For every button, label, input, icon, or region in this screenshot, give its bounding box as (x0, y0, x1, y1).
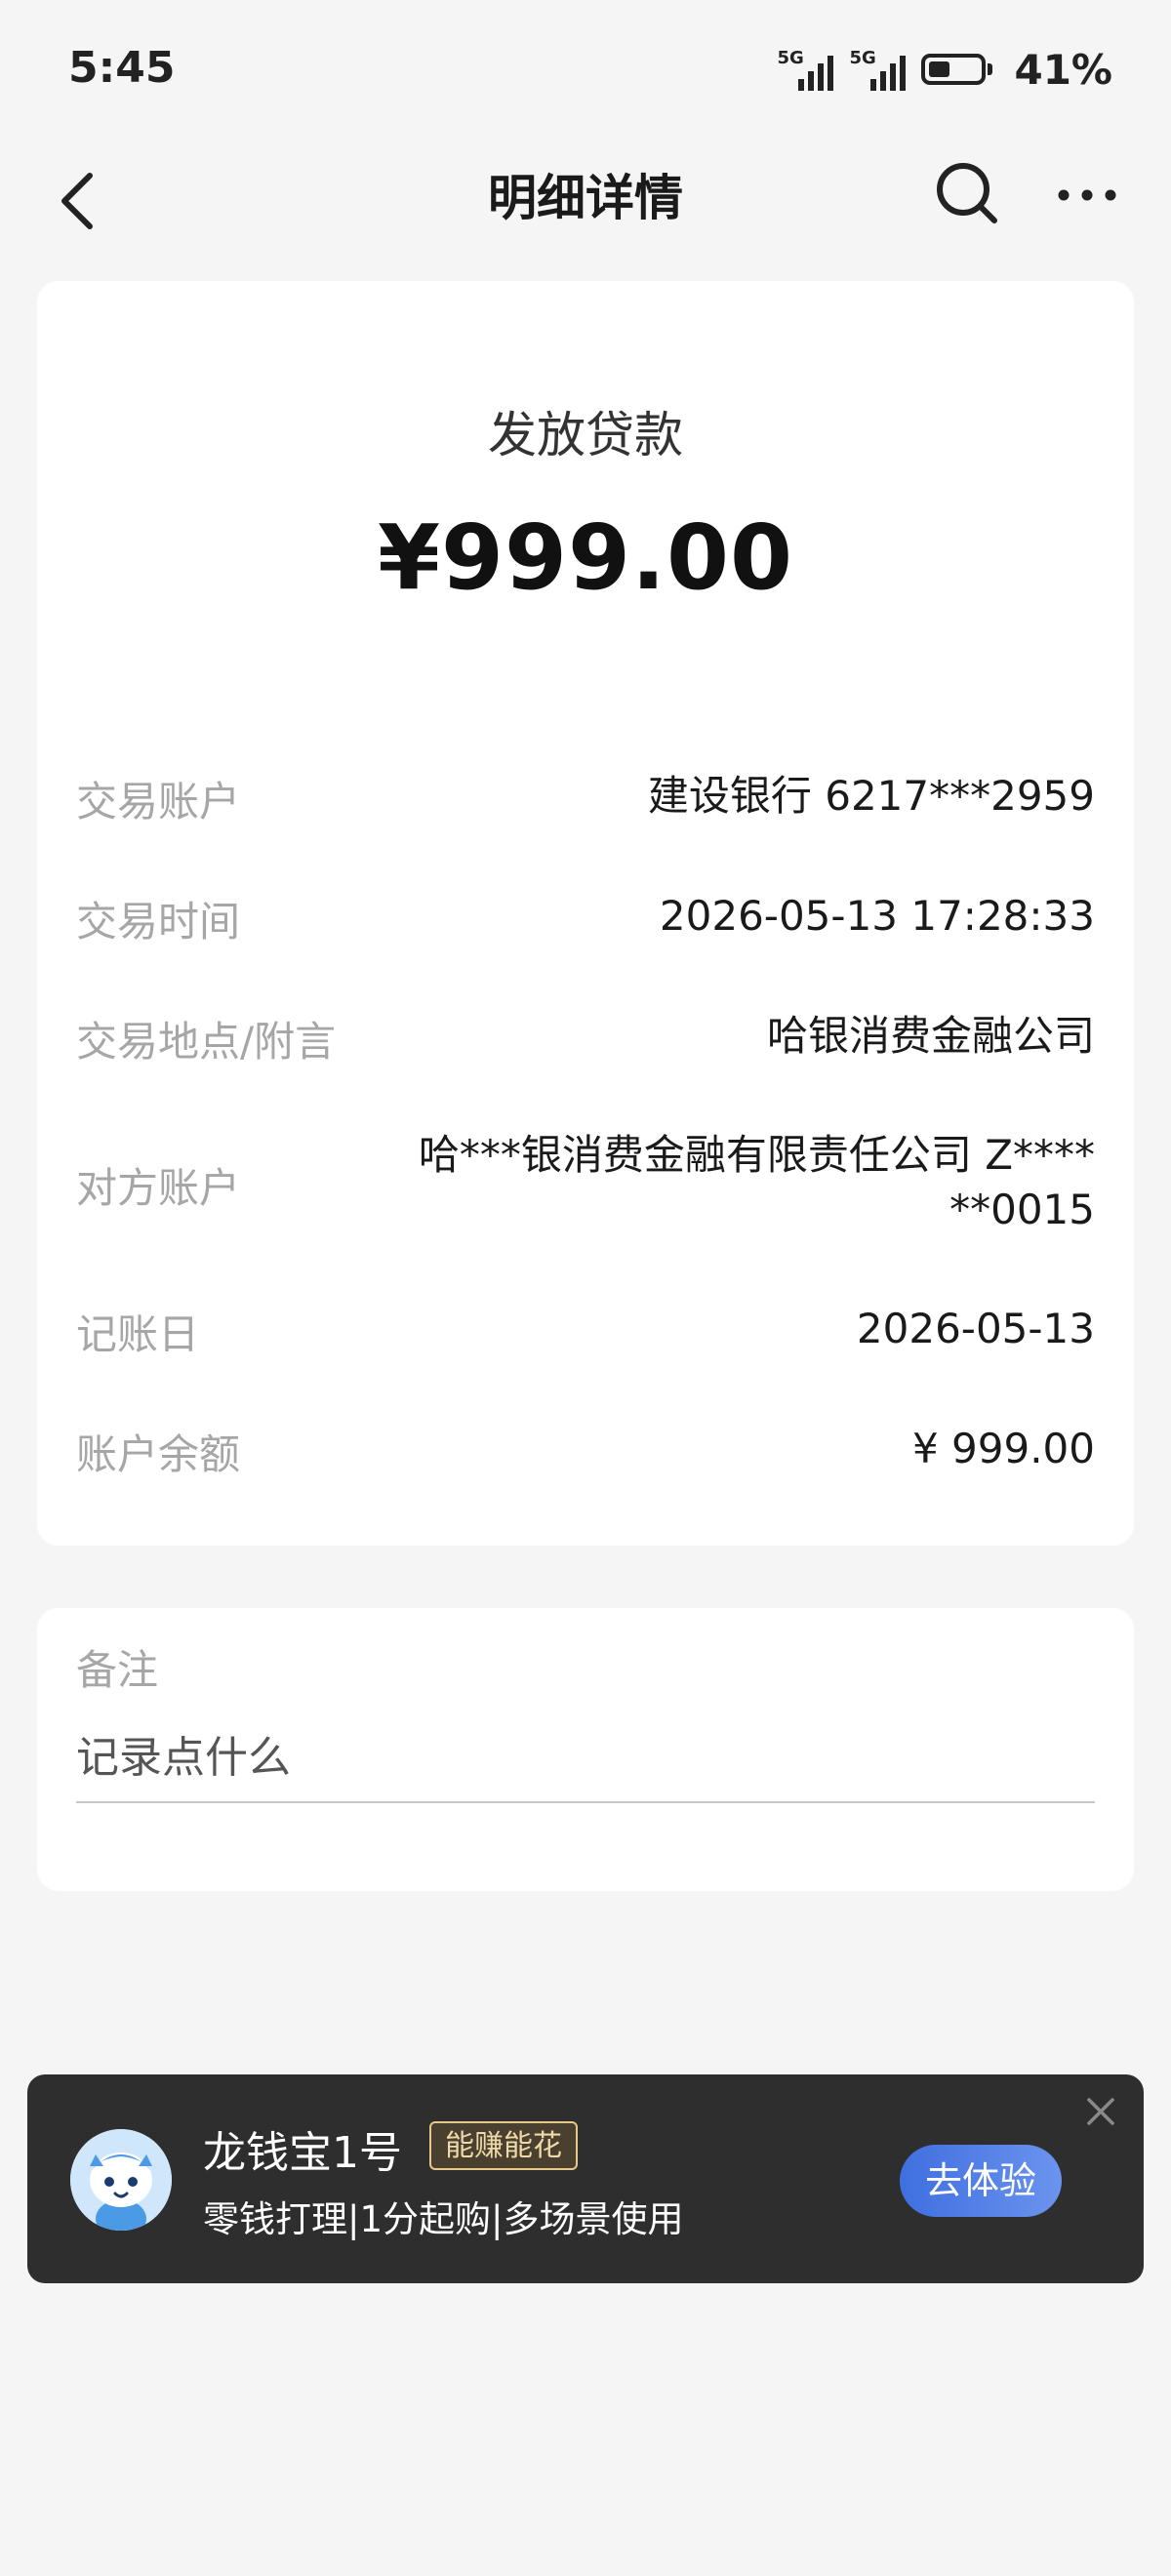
transaction-amount: ¥999.00 (377, 505, 794, 610)
promo-title: 龙钱宝1号 (203, 2128, 402, 2178)
signal-icon: 5G (777, 48, 834, 91)
network-type-label: 5G (849, 48, 876, 68)
remark-input[interactable] (76, 1713, 1095, 1803)
row-label: 账户余额 (76, 1430, 241, 1478)
status-bar: 5:45 5G 5G 41% (0, 0, 1171, 137)
row-value: 2026-05-13 17:28:33 (659, 892, 1095, 940)
row-value: 建设银行 6217***2959 (647, 772, 1095, 820)
more-icon (1058, 189, 1116, 201)
row-label: 交易账户 (76, 778, 241, 825)
row-value-line2: **0015 (949, 1186, 1095, 1233)
close-icon (1087, 2098, 1114, 2125)
try-now-button[interactable]: 去体验 (900, 2145, 1062, 2217)
promo-close-button[interactable] (1081, 2092, 1120, 2131)
transaction-detail-card: 发放贷款 ¥999.00 交易账户 建设银行 6217***2959 交易时间 … (37, 281, 1134, 1546)
promo-tag: 能赚能花 (429, 2121, 578, 2170)
network-type-label: 5G (777, 48, 804, 68)
row-value-line1: 哈***银消费金融有限责任公司 Z**** (418, 1131, 1095, 1179)
mascot-icon (70, 2129, 172, 2231)
transaction-type: 发放贷款 (488, 407, 683, 463)
more-button[interactable] (1052, 166, 1122, 224)
battery-percent: 41% (1014, 45, 1112, 94)
battery-icon (921, 54, 993, 85)
promo-subtitle: 零钱打理|1分起购|多场景使用 (203, 2198, 684, 2240)
status-indicators: 5G 5G 41% (777, 45, 1112, 94)
promo-banner[interactable]: 龙钱宝1号 能赚能花 零钱打理|1分起购|多场景使用 去体验 (27, 2074, 1144, 2283)
row-label: 交易时间 (76, 898, 241, 946)
row-value: 2026-05-13 (856, 1305, 1095, 1352)
remark-card: 备注 (37, 1608, 1134, 1891)
row-value: ¥ 999.00 (911, 1425, 1095, 1472)
search-icon (937, 163, 997, 223)
row-label: 对方账户 (76, 1164, 241, 1212)
row-label: 交易地点/附言 (76, 1018, 337, 1066)
remark-title: 备注 (76, 1646, 159, 1694)
mascot-avatar (70, 2129, 172, 2231)
status-time: 5:45 (68, 43, 176, 93)
search-button[interactable] (932, 158, 1002, 228)
row-label: 记账日 (76, 1310, 200, 1358)
signal-icon: 5G (849, 48, 907, 91)
row-value: 哈银消费金融公司 (766, 1012, 1095, 1060)
nav-bar: 明细详情 (0, 137, 1171, 263)
